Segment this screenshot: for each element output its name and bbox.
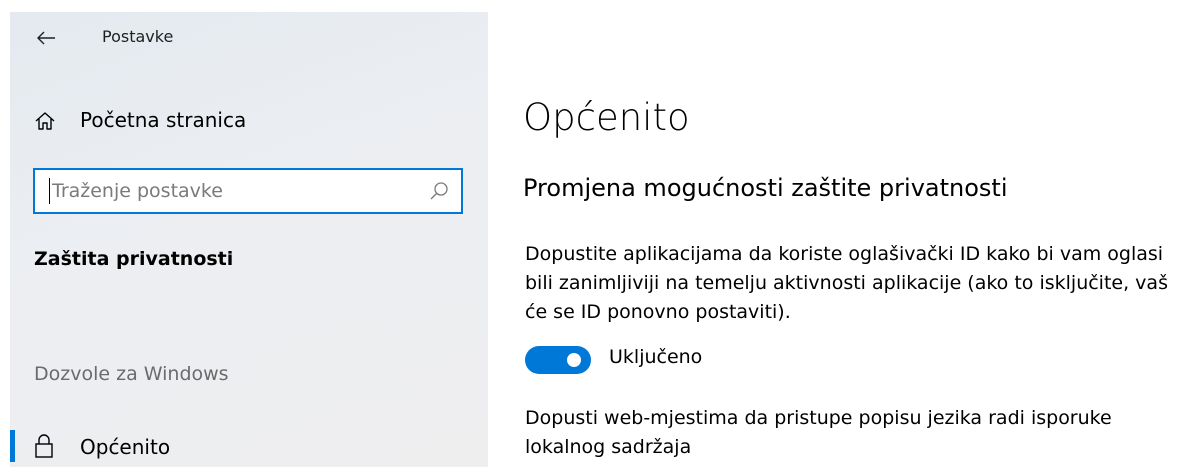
search-icon[interactable]: [429, 181, 449, 201]
lock-icon: [35, 434, 53, 458]
main-content: Općenito Promjena mogućnosti zaštite pri…: [523, 0, 1187, 467]
back-arrow-icon: [37, 31, 55, 45]
selected-indicator: [10, 430, 15, 462]
description-line: bili zanimljiviji na temelju aktivnosti …: [525, 272, 1168, 294]
sidebar-item-home[interactable]: Početna stranica: [10, 100, 488, 144]
search-input[interactable]: [49, 178, 412, 204]
description-line: Dopustite aplikacijama da koriste oglaši…: [525, 243, 1164, 265]
window-title: Postavke: [102, 27, 174, 46]
back-button[interactable]: [32, 24, 60, 52]
sidebar: Postavke Početna stranica Zaštita privat…: [10, 12, 488, 467]
description-line: Dopusti web-mjestima da pristupe popisu …: [525, 407, 1112, 429]
group-title: Dozvole za Windows: [34, 363, 229, 385]
page-title: Općenito: [523, 96, 690, 139]
toggle-knob: [567, 353, 581, 367]
section-title: Zaštita privatnosti: [34, 248, 234, 270]
sidebar-item-home-label: Početna stranica: [80, 108, 247, 132]
home-icon: [35, 112, 55, 130]
description-line: lokalnog sadržaja: [525, 436, 692, 458]
advertising-id-toggle[interactable]: [525, 346, 591, 374]
settings-window: Postavke Početna stranica Zaštita privat…: [0, 0, 1187, 467]
advertising-id-description: Dopustite aplikacijama da koriste oglaši…: [525, 240, 1187, 327]
sidebar-item-general[interactable]: Općenito: [10, 424, 488, 467]
sidebar-item-label: Općenito: [80, 435, 171, 459]
subheading: Promjena mogućnosti zaštite privatnosti: [523, 174, 1008, 202]
toggle-state-label: Uključeno: [609, 346, 703, 368]
search-box[interactable]: [33, 168, 463, 214]
language-list-description: Dopusti web-mjestima da pristupe popisu …: [525, 404, 1187, 462]
description-line: će se ID ponovno postaviti).: [525, 301, 791, 323]
